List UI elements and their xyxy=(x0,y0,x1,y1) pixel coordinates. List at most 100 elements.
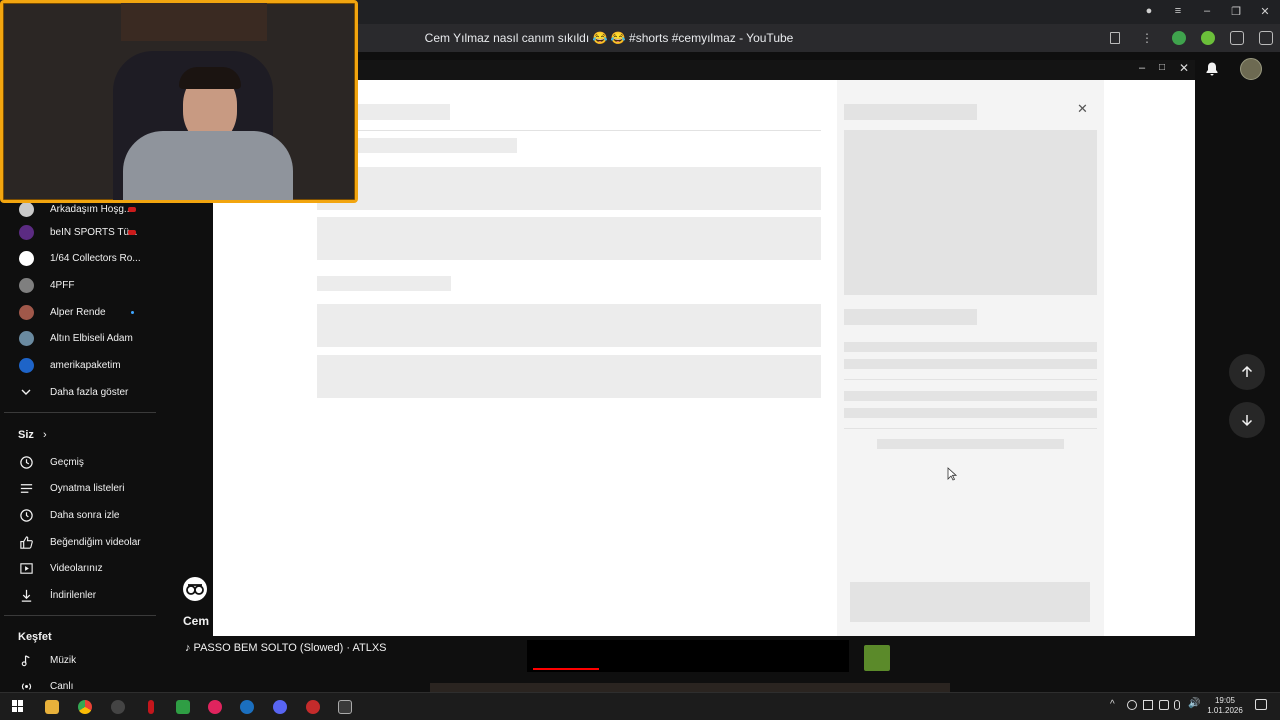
subscription-label: beIN SPORTS Tü... xyxy=(50,226,138,238)
skeleton-text xyxy=(844,391,1097,401)
taskbar-clock[interactable]: 19:05 1.01.2026 xyxy=(1207,696,1243,716)
sound-thumbnail[interactable] xyxy=(864,645,890,671)
chrome-icon[interactable] xyxy=(78,700,92,714)
video-player-strip[interactable] xyxy=(527,640,849,672)
profile-icon[interactable]: ● xyxy=(1141,5,1157,17)
sidebar-subscription[interactable]: 1/64 Collectors Ro... xyxy=(0,245,200,271)
skeleton-divider xyxy=(844,428,1097,429)
sidebar-subscription[interactable]: Altın Elbiseli Adam xyxy=(0,325,200,351)
sidebar-item-label: Daha sonra izle xyxy=(50,509,120,521)
dialog-minimize-icon[interactable]: – xyxy=(1139,62,1145,74)
channel-name[interactable]: Cem xyxy=(183,614,209,628)
notifications-icon[interactable] xyxy=(1204,61,1220,77)
channel-avatar xyxy=(18,201,34,217)
sidebar-item-label: İndirilenler xyxy=(50,589,97,601)
more-options-icon[interactable]: ⋮ xyxy=(1140,31,1154,45)
menu-icon[interactable]: ≡ xyxy=(1170,5,1186,17)
netflix-icon[interactable] xyxy=(148,700,154,714)
video-progress-bar[interactable] xyxy=(533,668,599,670)
music-icon xyxy=(18,652,34,668)
skeleton-text xyxy=(844,408,1097,418)
chevron-down-icon xyxy=(18,384,34,400)
skeleton-text xyxy=(844,359,1097,369)
live-badge xyxy=(128,229,136,235)
windows-start-icon[interactable] xyxy=(12,700,24,712)
dialog-close-icon[interactable]: ✕ xyxy=(1179,61,1189,75)
restore-icon[interactable]: ❐ xyxy=(1228,5,1244,18)
show-more-label: Daha fazla göster xyxy=(50,386,129,398)
close-icon[interactable]: ✕ xyxy=(1077,101,1088,117)
skeleton-field xyxy=(317,167,821,210)
skeleton-text xyxy=(844,309,977,325)
dialog-maximize-icon[interactable]: □ xyxy=(1159,62,1165,73)
close-window-icon[interactable]: ✕ xyxy=(1257,5,1273,18)
skeleton-thumbnail xyxy=(844,130,1097,295)
webcam-overlay xyxy=(0,0,358,203)
tray-device-icon[interactable] xyxy=(1159,700,1169,710)
scroll-up-button[interactable] xyxy=(1229,354,1265,390)
sidebar-item-label: Videolarınız xyxy=(50,562,103,574)
you-section-header[interactable]: Siz › xyxy=(18,429,47,441)
video-icon xyxy=(18,560,34,576)
user-avatar[interactable] xyxy=(1240,58,1262,80)
person-sweater xyxy=(123,131,293,200)
sidebar-item-watch-later[interactable]: Daha sonra izle xyxy=(0,502,200,528)
sidebar-item-liked[interactable]: Beğendiğim videolar xyxy=(0,529,200,555)
tray-chevron-icon[interactable]: ^ xyxy=(1110,699,1115,710)
sidebar-item-label: Oynatma listeleri xyxy=(50,482,125,494)
sound-link[interactable]: ♪ PASSO BEM SOLTO (Slowed) · ATLXS xyxy=(185,642,387,654)
sidebar-divider xyxy=(4,412,156,413)
skeleton-label xyxy=(317,276,451,291)
channel-avatar xyxy=(18,357,34,373)
volume-icon[interactable]: 🔊 xyxy=(1188,698,1200,709)
share-icon[interactable] xyxy=(1259,31,1273,45)
sidebar-item-history[interactable]: Geçmiş xyxy=(0,449,200,475)
tray-app-icon[interactable] xyxy=(1127,700,1137,710)
sidebar-item-music[interactable]: Müzik xyxy=(0,647,200,673)
sidebar-item-label: Canlı xyxy=(50,680,74,692)
sidebar-subscription[interactable]: amerikapaketim xyxy=(0,352,200,378)
file-explorer-icon[interactable] xyxy=(45,700,59,714)
ea-app-icon[interactable] xyxy=(306,700,320,714)
bookmark-icon[interactable] xyxy=(1110,32,1120,44)
sidebar: Arkadaşım Hoşg... beIN SPORTS Tü... 1/64… xyxy=(0,196,210,692)
new-content-dot xyxy=(131,310,134,314)
obs-icon[interactable] xyxy=(111,700,125,714)
sidebar-item-downloads[interactable]: İndirilenler xyxy=(0,582,200,608)
skeleton-field xyxy=(317,355,821,398)
minimize-icon[interactable]: – xyxy=(1199,5,1215,17)
thumbs-up-icon xyxy=(18,534,34,550)
extensions-icon[interactable] xyxy=(1230,31,1244,45)
channel-avatar xyxy=(18,277,34,293)
subscription-label: Arkadaşım Hoşg... xyxy=(50,203,133,215)
sidebar-subscription[interactable]: Alper Rende xyxy=(0,299,200,325)
epic-games-icon[interactable] xyxy=(338,700,352,714)
live-badge xyxy=(128,206,136,212)
scroll-down-button[interactable] xyxy=(1229,402,1265,438)
skeleton-divider xyxy=(844,379,1097,380)
chevron-right-icon: › xyxy=(42,429,47,441)
sidebar-item-your-videos[interactable]: Videolarınız xyxy=(0,555,200,581)
channel-avatar xyxy=(18,304,34,320)
sidebar-item-label: Müzik xyxy=(50,654,77,666)
sidebar-item-playlists[interactable]: Oynatma listeleri xyxy=(0,475,200,501)
discord-icon[interactable] xyxy=(273,700,287,714)
steam-icon[interactable] xyxy=(240,700,254,714)
you-header-label: Siz xyxy=(18,429,34,441)
microphone-icon[interactable] xyxy=(1174,700,1180,710)
sidebar-subscription[interactable]: 4PFF xyxy=(0,272,200,298)
notification-center-icon[interactable] xyxy=(1255,699,1267,710)
yandex-browser-icon[interactable] xyxy=(208,700,222,714)
sidebar-subscription[interactable]: beIN SPORTS Tü... xyxy=(0,219,200,245)
extension-green-icon[interactable] xyxy=(1201,31,1215,45)
show-more-button[interactable]: Daha fazla göster xyxy=(0,379,200,405)
tray-network-icon[interactable] xyxy=(1143,700,1153,710)
mouse-cursor-icon xyxy=(947,467,958,481)
extension-shield-icon[interactable] xyxy=(1172,31,1186,45)
subscription-label: amerikapaketim xyxy=(50,359,121,371)
store-icon[interactable] xyxy=(176,700,190,714)
windows-taskbar: ^ 🔊 xyxy=(0,692,1280,720)
clock-date: 1.01.2026 xyxy=(1207,706,1243,715)
channel-avatar xyxy=(18,224,34,240)
channel-avatar[interactable] xyxy=(183,577,207,601)
